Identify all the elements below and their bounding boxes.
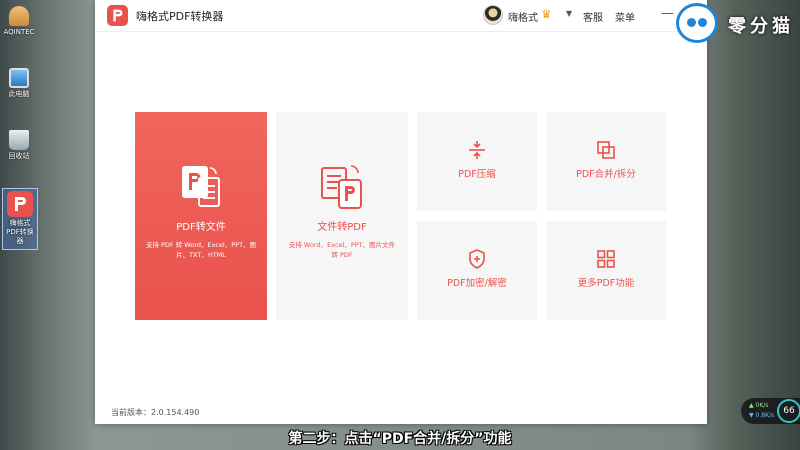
app-window: 嗨格式PDF转换器 嗨格式 ♛ ▼ 客服 菜单 — PDF转文件 支持 PDF … [95, 0, 707, 424]
pdf-to-file-icon [182, 166, 220, 207]
desktop-icon-label: AQINTEC [3, 28, 35, 36]
tile-more-pdf-functions[interactable]: 更多PDF功能 [546, 221, 666, 320]
tile-description: 支持 PDF 转 Word、Excel、PPT、图片、TXT、HTML [145, 241, 257, 259]
upload-speed: ▲ 0K/s [749, 402, 769, 409]
download-speed: ▼ 0.8K/s [749, 412, 775, 419]
cat-mascot-icon [676, 3, 718, 43]
app-title: 嗨格式PDF转换器 [136, 10, 224, 23]
tile-file-to-pdf[interactable]: 文件转PDF 支持 Word、Excel、PPT、图片文件转 PDF [276, 112, 408, 320]
brand-watermark: 零分猫 [676, 3, 800, 45]
pdf-app-icon [7, 191, 33, 217]
vip-crown-icon: ♛ [541, 7, 552, 21]
tile-title: 更多PDF功能 [577, 278, 635, 289]
recycle-bin-icon [9, 130, 29, 150]
file-to-pdf-icon [321, 165, 362, 209]
desktop-icon-label: 此电脑 [8, 90, 30, 98]
merge-split-icon [597, 141, 615, 159]
user-folder-icon [9, 6, 29, 26]
tile-pdf-compress[interactable]: PDF压缩 [417, 112, 537, 211]
tile-title: PDF压缩 [458, 169, 496, 180]
version-label: 当前版本：2.0.154.490 [111, 408, 200, 417]
avatar[interactable] [483, 5, 503, 25]
desktop-icon-recycle-bin[interactable]: 回收站 [2, 130, 36, 161]
shield-icon [469, 249, 485, 269]
upload-speed-value: 0K/s [755, 402, 769, 409]
desktop-icon-user[interactable]: AQINTEC [2, 6, 36, 37]
app-logo-icon [107, 5, 128, 26]
tile-title: 文件转PDF [317, 222, 367, 233]
network-speed-widget[interactable]: ▲ 0K/s ▼ 0.8K/s 66 [741, 398, 800, 424]
download-speed-value: 0.8K/s [755, 412, 775, 419]
desktop-icon-computer[interactable]: 此电脑 [2, 68, 36, 99]
tile-pdf-merge-split[interactable]: PDF合并/拆分 [546, 112, 666, 211]
tile-title: PDF加密/解密 [447, 278, 507, 289]
minimize-button[interactable]: — [661, 6, 674, 21]
desktop-icon-pdf-app[interactable]: 嗨格式PDF转换器 [2, 188, 38, 250]
network-gauge: 66 [777, 399, 800, 423]
desktop-icon-label: 嗨格式PDF转换器 [6, 219, 34, 245]
brand-text: 零分猫 [728, 16, 794, 37]
compress-icon [469, 141, 485, 159]
username[interactable]: 嗨格式 [508, 9, 538, 24]
title-bar: 嗨格式PDF转换器 嗨格式 ♛ ▼ 客服 菜单 — [95, 0, 707, 32]
tile-pdf-encrypt-decrypt[interactable]: PDF加密/解密 [417, 221, 537, 320]
computer-icon [9, 68, 29, 88]
chevron-down-icon[interactable]: ▼ [566, 9, 572, 18]
tile-title: PDF转文件 [176, 222, 226, 233]
video-subtitle: 第二步：点击“PDF合并/拆分”功能 [288, 431, 512, 447]
desktop-icon-label: 回收站 [8, 152, 30, 160]
grid-icon [597, 250, 615, 268]
customer-service-button[interactable]: 客服 [583, 9, 603, 24]
menu-button[interactable]: 菜单 [615, 9, 635, 24]
tile-pdf-to-file[interactable]: PDF转文件 支持 PDF 转 Word、Excel、PPT、图片、TXT、HT… [135, 112, 267, 320]
tile-description: 支持 Word、Excel、PPT、图片文件转 PDF [288, 241, 396, 259]
tile-title: PDF合并/拆分 [576, 169, 636, 180]
